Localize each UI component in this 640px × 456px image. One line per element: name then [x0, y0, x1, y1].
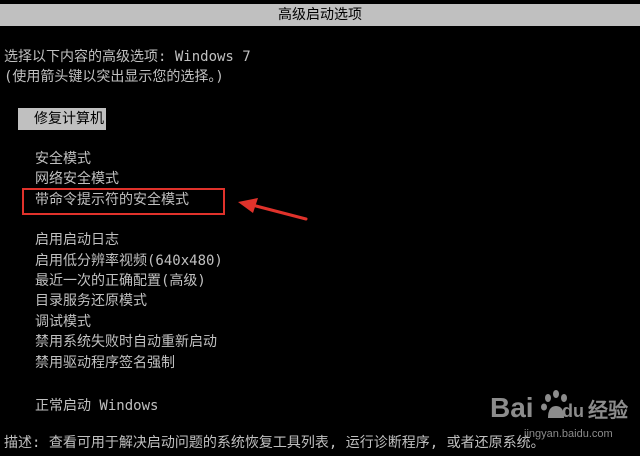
- menu-item-safe-mode[interactable]: 安全模式: [35, 149, 223, 169]
- prompt-line-1: 选择以下内容的高级选项: Windows 7: [4, 49, 251, 65]
- watermark-brand: Bai: [490, 392, 534, 423]
- menu-item-start-windows-normally[interactable]: 正常启动 Windows: [35, 396, 158, 416]
- menu-item-directory-services-restore[interactable]: 目录服务还原模式: [35, 291, 223, 311]
- menu-item-disable-driver-signature[interactable]: 禁用驱动程序签名强制: [35, 353, 223, 373]
- menu-item-repair-computer[interactable]: 修复计算机: [18, 108, 106, 130]
- boot-options-menu: 安全模式 网络安全模式 带命令提示符的安全模式 启用启动日志 启用低分辨率视频(…: [35, 149, 223, 373]
- window-title-bar: 高级启动选项: [0, 4, 640, 26]
- menu-item-low-resolution-video[interactable]: 启用低分辨率视频(640x480): [35, 251, 223, 271]
- menu-item-boot-logging[interactable]: 启用启动日志: [35, 230, 223, 250]
- red-arrow-icon: [238, 198, 308, 221]
- menu-item-debugging-mode[interactable]: 调试模式: [35, 312, 223, 332]
- menu-item-disable-auto-restart[interactable]: 禁用系统失败时自动重新启动: [35, 332, 223, 352]
- menu-item-label: 修复计算机: [34, 111, 104, 127]
- menu-item-last-known-good-config[interactable]: 最近一次的正确配置(高级): [35, 271, 223, 291]
- baidu-jingyan-watermark: Bai du 经验 jingyan.baidu.com: [488, 383, 638, 456]
- watermark-brand-suffix: du: [562, 401, 584, 421]
- annotation-highlight-box: [22, 188, 225, 215]
- option-description: 描述: 查看可用于解决启动问题的系统恢复工具列表, 运行诊断程序, 或者还原系统…: [4, 435, 545, 451]
- baidu-paw-logo-icon: Bai du 经验 jingyan.baidu.com: [490, 390, 628, 440]
- watermark-url: jingyan.baidu.com: [523, 428, 613, 440]
- watermark-product: 经验: [588, 398, 628, 422]
- menu-item-safe-mode-networking[interactable]: 网络安全模式: [35, 169, 223, 189]
- window-title: 高级启动选项: [278, 7, 362, 23]
- prompt-line-2: (使用箭头键以突出显示您的选择。): [4, 69, 224, 85]
